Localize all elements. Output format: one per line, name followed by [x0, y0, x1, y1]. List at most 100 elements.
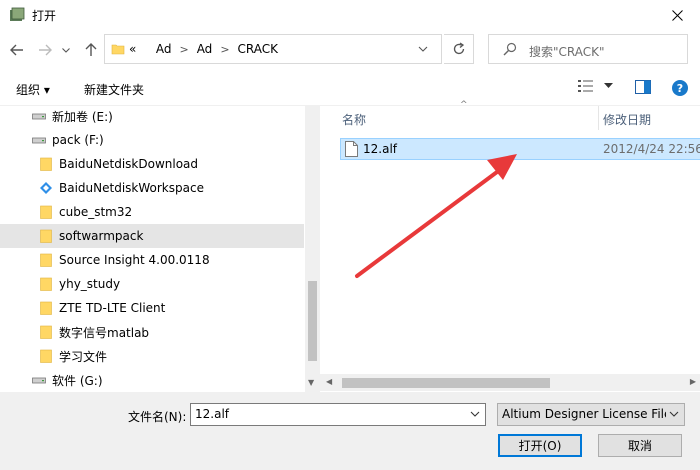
scrollbar-thumb[interactable] [342, 378, 550, 388]
folder-icon [40, 157, 52, 171]
cancel-button[interactable]: 取消 [598, 434, 682, 457]
search-input[interactable]: 搜索"CRACK" [529, 43, 605, 60]
forward-button[interactable] [36, 40, 54, 60]
scroll-right-icon[interactable]: ▶ [690, 377, 696, 386]
file-name: 12.alf [363, 142, 397, 156]
column-header: ^ 名称 修改日期 [320, 100, 700, 130]
filename-value: 12.alf [195, 407, 229, 421]
search-icon [503, 42, 517, 56]
drive-icon [32, 113, 46, 120]
folder-icon [40, 277, 52, 291]
chevron-down-icon [669, 411, 679, 417]
tree-item[interactable]: 新加卷 (E:) [0, 106, 304, 128]
arrow-right-icon [39, 44, 52, 56]
breadcrumb-item[interactable]: Ad [156, 42, 172, 56]
navigation-pane: 新加卷 (E:) pack (F:) BaiduNetdiskDownload Bai… [0, 106, 320, 392]
chevron-right-icon[interactable]: > [220, 43, 229, 56]
tree-item[interactable]: cube_stm32 [0, 200, 304, 224]
tree-item-label: BaiduNetdiskDownload [59, 157, 199, 171]
search-box[interactable]: 搜索"CRACK" [488, 34, 688, 64]
drive-icon [32, 137, 46, 144]
new-folder-button[interactable]: 新建文件夹 [84, 81, 144, 98]
file-type-value: Altium Designer License Files [502, 407, 666, 421]
window-title: 打开 [32, 9, 57, 23]
refresh-button[interactable] [444, 34, 474, 64]
file-date: 2012/4/24 22:56 [603, 142, 700, 156]
scrollbar-thumb[interactable] [308, 281, 317, 361]
bottom-panel: 文件名(N): 12.alf Altium Designer License F… [0, 392, 700, 470]
filename-label: 文件名(N): [128, 410, 187, 424]
open-button[interactable]: 打开(O) [498, 434, 582, 457]
chevron-down-icon[interactable] [470, 409, 480, 419]
sort-ascending-icon: ^ [460, 100, 468, 110]
open-button-label: 打开(O) [518, 439, 562, 453]
file-row[interactable]: 12.alf 2012/4/24 22:56 [340, 138, 700, 160]
scroll-down-icon[interactable]: ▼ [308, 378, 314, 387]
help-icon: ? [676, 81, 684, 95]
breadcrumb: « Ad > Ad > CRACK [129, 42, 278, 56]
arrow-up-icon [85, 43, 97, 56]
tree-item[interactable]: 数字信号matlab [0, 320, 304, 344]
tree-item-label: yhy_study [59, 277, 121, 291]
baidu-netdisk-icon [40, 182, 52, 194]
breadcrumb-item[interactable]: CRACK [238, 42, 278, 56]
folder-icon [40, 229, 52, 243]
file-list: ^ 名称 修改日期 12.alf 2012/4/24 22:56 [320, 100, 700, 392]
tree-item-label: BaiduNetdiskWorkspace [59, 181, 204, 195]
file-icon [345, 141, 358, 157]
tree-item[interactable]: yhy_study [0, 272, 304, 296]
tree-item[interactable]: 学习文件 [0, 344, 304, 368]
address-bar[interactable]: « Ad > Ad > CRACK [104, 34, 442, 64]
chevron-down-icon [604, 83, 613, 88]
help-button[interactable]: ? [672, 80, 688, 96]
tree-scrollbar[interactable]: ▼ [305, 106, 320, 392]
tree-item-label: softwarmpack [59, 229, 144, 243]
change-view-button[interactable] [578, 79, 613, 93]
organize-menu[interactable]: 组织 ▾ [16, 81, 50, 98]
folder-icon [40, 205, 52, 219]
arrow-left-icon [10, 44, 23, 56]
chevron-down-icon [62, 47, 70, 53]
tree-item-label: Source Insight 4.00.0118 [59, 253, 210, 267]
preview-pane-icon[interactable] [635, 80, 651, 94]
tree-item-label: 软件 (G:) [52, 373, 103, 388]
column-date-modified[interactable]: 修改日期 [603, 111, 651, 128]
chevron-down-icon[interactable] [418, 44, 428, 54]
tree-item[interactable]: softwarmpack [0, 224, 304, 248]
tree-item[interactable]: BaiduNetdiskDownload [0, 152, 304, 176]
folder-icon [40, 301, 52, 315]
breadcrumb-item[interactable]: Ad [197, 42, 213, 56]
folder-icon [40, 253, 52, 267]
app-icon [10, 7, 25, 21]
tree-item-label: pack (F:) [52, 133, 104, 147]
column-name[interactable]: 名称 [342, 111, 366, 128]
close-button[interactable] [654, 0, 700, 30]
breadcrumb-overflow[interactable]: « [129, 42, 136, 56]
chevron-right-icon[interactable]: > [179, 43, 188, 56]
title-bar: 打开 [0, 0, 700, 30]
file-type-select[interactable]: Altium Designer License Files [497, 403, 685, 426]
refresh-icon [453, 42, 464, 55]
recent-locations-button[interactable] [60, 40, 72, 60]
drive-icon [32, 377, 46, 384]
tree-item[interactable]: ZTE TD-LTE Client [0, 296, 304, 320]
tree-item[interactable]: Source Insight 4.00.0118 [0, 248, 304, 272]
details-view-icon [578, 80, 593, 92]
back-button[interactable] [8, 40, 26, 60]
folder-icon [40, 325, 52, 339]
tree-item[interactable]: BaiduNetdiskWorkspace [0, 176, 304, 200]
tree-item[interactable]: 软件 (G:) [0, 368, 304, 392]
folder-icon [111, 44, 125, 55]
tree-item-label: ZTE TD-LTE Client [59, 301, 166, 315]
cancel-button-label: 取消 [627, 439, 652, 453]
close-icon [671, 9, 683, 21]
folder-icon [40, 349, 52, 363]
tree-item-label: 数字信号matlab [59, 325, 150, 340]
horizontal-scrollbar[interactable]: ◀ ▶ [320, 374, 700, 391]
tree-item[interactable]: pack (F:) [0, 128, 304, 152]
tree-item-label: cube_stm32 [59, 205, 133, 219]
up-button[interactable] [82, 40, 100, 60]
tree-item-label: 学习文件 [59, 349, 108, 364]
filename-input[interactable]: 12.alf [190, 403, 486, 426]
scroll-left-icon[interactable]: ◀ [326, 377, 332, 386]
